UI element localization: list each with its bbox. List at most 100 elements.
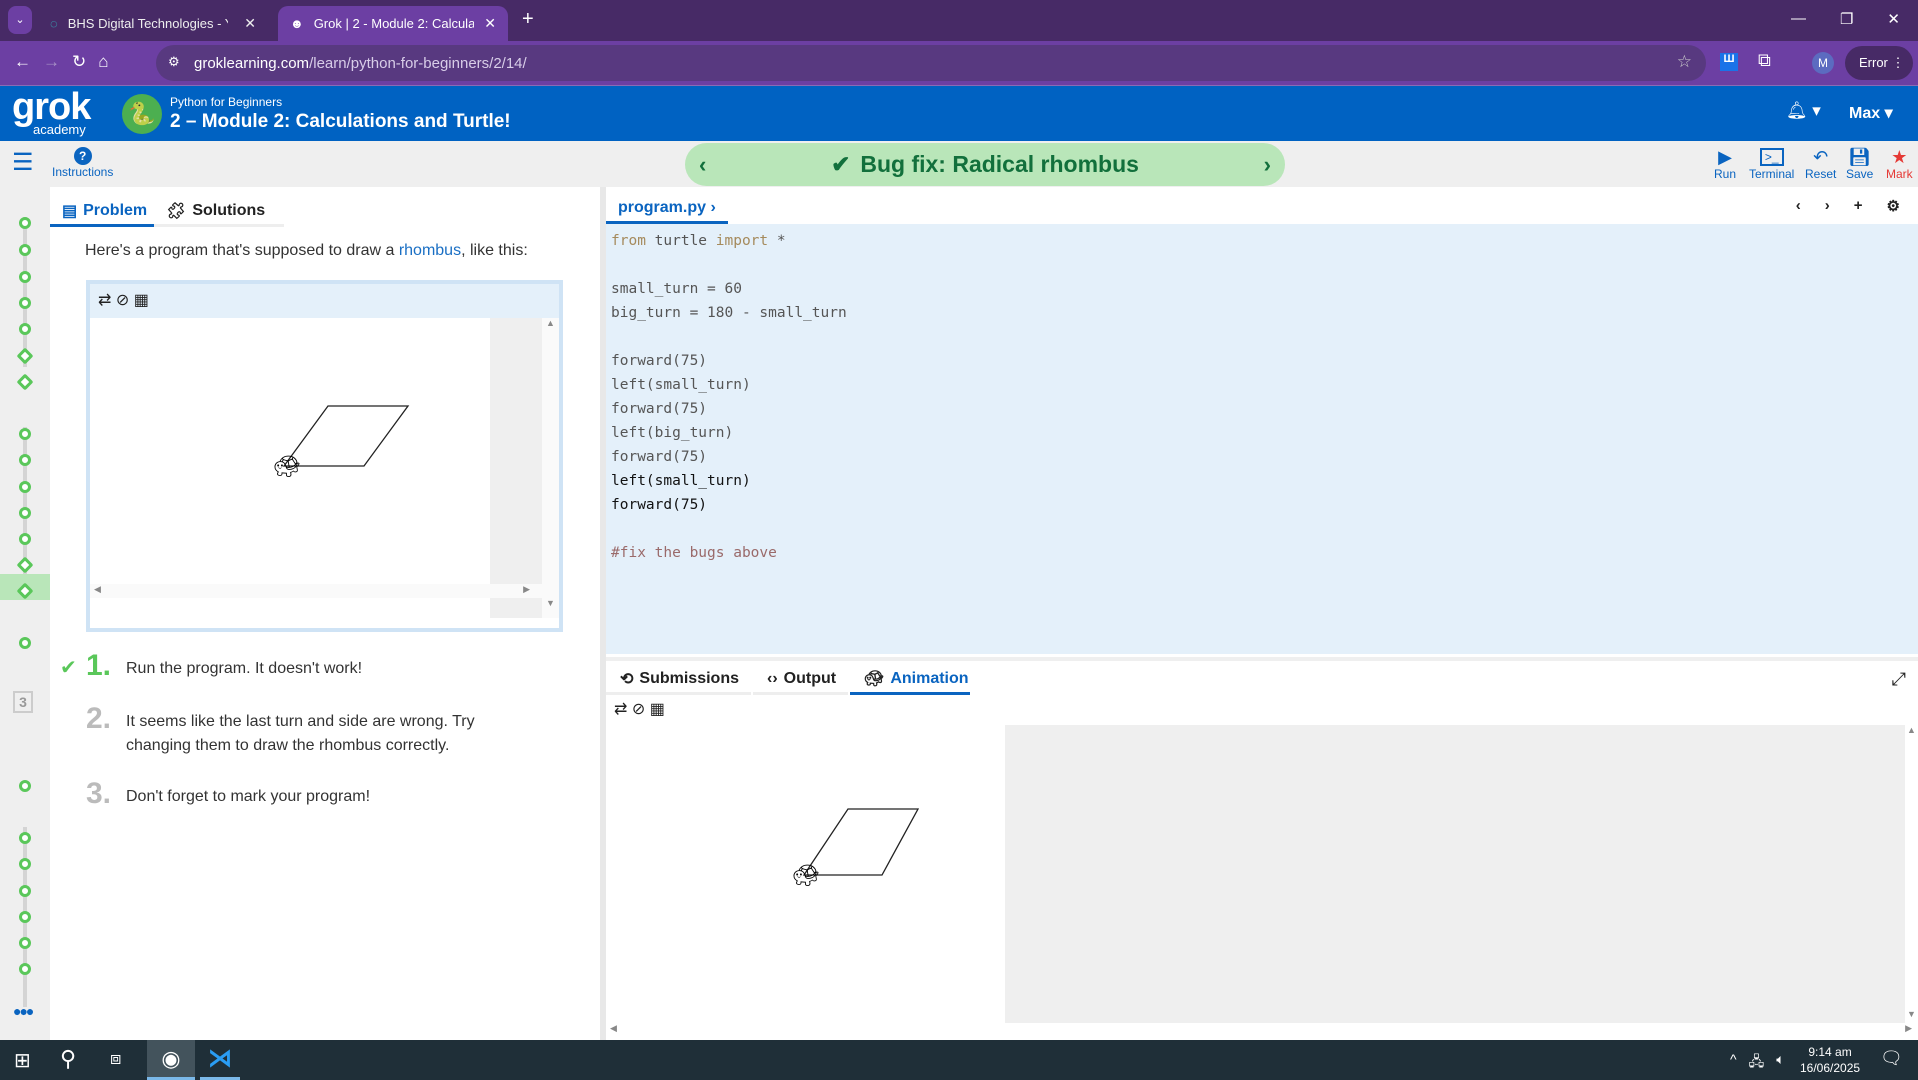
hide-turtle-icon[interactable]: ⊘ xyxy=(116,292,129,309)
previous-problem-chevron-icon[interactable]: ‹ xyxy=(699,152,706,178)
browser-tab-bhs[interactable]: ◌ BHS Digital Technologies - Y10 ✕ xyxy=(38,6,268,41)
run-button[interactable]: ▶ Run xyxy=(1714,147,1736,181)
problem-node-circle-icon[interactable] xyxy=(19,507,31,519)
grok-logo[interactable]: grok xyxy=(12,88,91,126)
settings-gear-icon[interactable]: ⚙ xyxy=(1887,197,1900,215)
network-icon[interactable]: 🖧︎ xyxy=(1749,1051,1765,1075)
home-icon[interactable]: ⌂ xyxy=(98,52,108,72)
code-input[interactable]: from turtle import * small_turn = 60 big_t… xyxy=(606,224,1918,654)
code-line: small_turn = 60 xyxy=(611,281,742,297)
save-button[interactable]: 💾︎ Save xyxy=(1846,147,1873,181)
close-tab-icon[interactable]: ✕ xyxy=(484,15,496,32)
section-number-badge[interactable]: 3 xyxy=(13,691,33,713)
minimize-icon[interactable]: — xyxy=(1791,10,1806,28)
reset-button[interactable]: ↶ Reset xyxy=(1805,147,1836,181)
menu-list-icon[interactable]: ☰ xyxy=(12,151,34,175)
task-view-icon[interactable]: ⧈ xyxy=(110,1048,121,1069)
tab-label: Submissions xyxy=(639,669,739,687)
chevron-left-icon[interactable]: ‹ xyxy=(1796,197,1801,215)
volume-icon[interactable]: 🔈︎ xyxy=(1776,1051,1784,1075)
problem-node-circle-icon[interactable] xyxy=(19,244,31,256)
problem-node-circle-icon[interactable] xyxy=(19,937,31,949)
clock[interactable]: 9:14 am 16/06/2025 xyxy=(1800,1044,1860,1076)
more-dots-icon[interactable]: ●●● xyxy=(13,1003,34,1019)
course-title[interactable]: Python for Beginners xyxy=(170,95,282,109)
horizontal-scrollbar[interactable]: ◀ ▶ xyxy=(90,584,542,598)
replay-icon[interactable]: ⇄ xyxy=(98,292,111,309)
windows-taskbar: ⊞ ⚲ ⧈ ◉ ⋊ ^ 🖧︎ 🔈︎ 9:14 am 16/06/2025 🗨︎ xyxy=(0,1040,1918,1080)
next-problem-chevron-icon[interactable]: › xyxy=(1264,152,1271,178)
problem-node-circle-icon[interactable] xyxy=(19,323,31,335)
vscode-taskbar-icon[interactable]: ⋊ xyxy=(200,1040,240,1080)
rhombus-shape xyxy=(282,405,410,467)
tab-problem[interactable]: ▤ Problem xyxy=(50,197,160,227)
mark-button[interactable]: ★ Mark xyxy=(1886,147,1913,181)
user-name: Max xyxy=(1849,105,1881,122)
horizontal-scrollbar[interactable]: ◀ ▶ xyxy=(606,1023,1918,1037)
url-input[interactable]: ⚙ groklearning.com/learn/python-for-begi… xyxy=(156,45,1706,81)
tray-chevron-icon[interactable]: ^ xyxy=(1730,1051,1737,1075)
user-menu[interactable]: Max ▾ xyxy=(1849,103,1893,123)
vertical-scrollbar[interactable]: ▲ ▼ xyxy=(1905,725,1918,1023)
module-title[interactable]: 2 – Module 2: Calculations and Turtle! xyxy=(170,111,511,133)
problem-node-circle-icon[interactable] xyxy=(19,481,31,493)
tab-animation[interactable]: 🐢︎ Animation xyxy=(850,665,970,695)
error-menu-button[interactable]: Error ⋮ xyxy=(1845,46,1913,80)
problem-node-circle-icon[interactable] xyxy=(19,780,31,792)
tab-list-button[interactable]: ⌄ xyxy=(8,6,32,34)
hide-turtle-icon[interactable]: ⊘ xyxy=(632,701,645,718)
address-bar-row: ← → ↻ ⌂ ⚙ groklearning.com/learn/python-for… xyxy=(0,41,1918,86)
close-tab-icon[interactable]: ✕ xyxy=(244,15,256,32)
problem-node-circle-icon[interactable] xyxy=(19,858,31,870)
notifications-bell-icon[interactable]: 🔔︎ ▾ xyxy=(1786,101,1821,121)
search-icon[interactable]: ⚲ xyxy=(60,1046,76,1072)
forward-icon[interactable]: → xyxy=(43,52,60,72)
problem-node-circle-icon[interactable] xyxy=(19,832,31,844)
code-line: forward(75) xyxy=(611,497,708,513)
problem-node-circle-icon[interactable] xyxy=(19,297,31,309)
replay-icon[interactable]: ⇄ xyxy=(614,701,627,718)
vertical-scrollbar[interactable]: ▲ ▼ xyxy=(542,318,559,618)
problem-node-circle-icon[interactable] xyxy=(19,533,31,545)
tab-solutions[interactable]: 🧩︎ Solutions xyxy=(154,197,284,227)
grid-icon[interactable]: ▦ xyxy=(134,292,149,309)
tab-output[interactable]: ‹› Output xyxy=(753,665,848,695)
problem-node-circle-icon[interactable] xyxy=(19,217,31,229)
problem-node-circle-icon[interactable] xyxy=(19,911,31,923)
profile-avatar[interactable]: M xyxy=(1812,52,1834,74)
extensions-puzzle-icon[interactable]: ⧉ xyxy=(1758,50,1771,71)
browser-tab-grok[interactable]: ☻ Grok | 2 - Module 2: Calculation ✕ xyxy=(278,6,508,41)
site-settings-icon[interactable]: ⚙ xyxy=(168,54,180,70)
notification-center-icon[interactable]: 🗨︎ xyxy=(1880,1048,1903,1069)
windows-start-icon[interactable]: ⊞ xyxy=(14,1048,31,1073)
terminal-button[interactable]: >_ Terminal xyxy=(1749,147,1794,181)
problem-node-circle-icon[interactable] xyxy=(19,454,31,466)
new-tab-button[interactable]: + xyxy=(522,8,534,31)
extension-icon[interactable]: Ш xyxy=(1720,53,1738,71)
problem-node-circle-icon[interactable] xyxy=(19,637,31,649)
problem-node-circle-icon[interactable] xyxy=(19,885,31,897)
chrome-taskbar-icon[interactable]: ◉ xyxy=(147,1040,195,1080)
tab-submissions[interactable]: ⟲ Submissions xyxy=(606,665,751,695)
file-tab-program[interactable]: program.py › xyxy=(606,194,728,224)
problem-node-circle-icon[interactable] xyxy=(19,271,31,283)
rhombus-link[interactable]: rhombus xyxy=(399,242,461,259)
code-line: left(big_turn) xyxy=(611,425,734,441)
history-icon: ⟲ xyxy=(620,670,634,688)
back-icon[interactable]: ← xyxy=(14,52,31,72)
problem-node-circle-icon[interactable] xyxy=(19,963,31,975)
grid-icon[interactable]: ▦ xyxy=(650,701,665,718)
problem-node-diamond-icon[interactable] xyxy=(16,373,34,391)
fullscreen-expand-icon[interactable]: ⤢ xyxy=(1892,669,1906,690)
instructions-button[interactable]: ? Instructions xyxy=(52,147,113,179)
problem-node-circle-icon[interactable] xyxy=(19,428,31,440)
bookmark-star-icon[interactable]: ☆ xyxy=(1677,52,1692,72)
chevron-right-icon[interactable]: › xyxy=(1825,197,1830,215)
problem-node-diamond-icon[interactable] xyxy=(16,556,34,574)
problem-node-diamond-icon[interactable] xyxy=(16,347,34,365)
add-file-icon[interactable]: + xyxy=(1854,197,1863,215)
restore-icon[interactable]: ❐ xyxy=(1840,10,1853,28)
reload-icon[interactable]: ↻ xyxy=(72,52,86,72)
error-label: Error xyxy=(1859,55,1888,70)
close-window-icon[interactable]: ✕ xyxy=(1887,10,1900,28)
